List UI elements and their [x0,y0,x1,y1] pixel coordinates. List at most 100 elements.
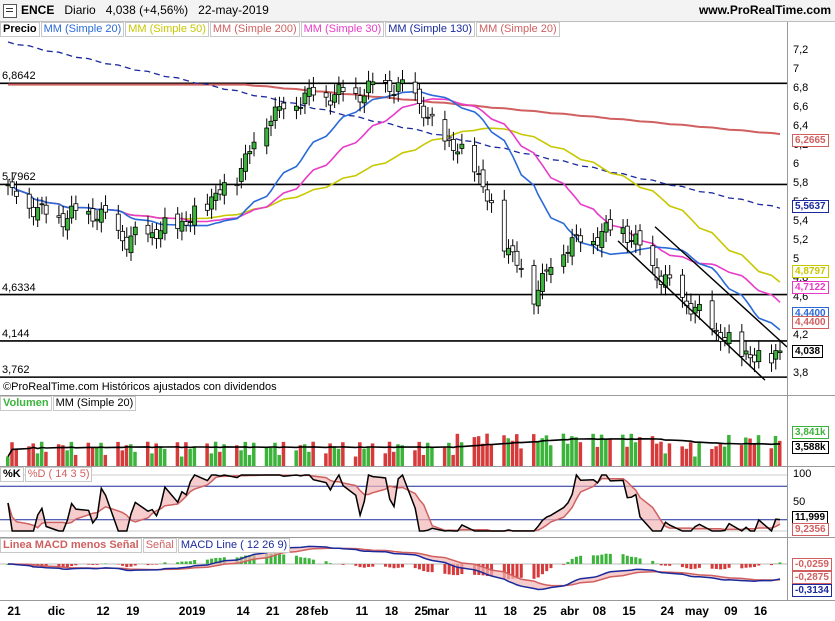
macd-hist-bar [278,553,281,564]
volume-bar [265,448,269,466]
legend-item[interactable]: Volumen [0,396,52,411]
legend-item[interactable]: Señal [143,538,177,553]
legend-item[interactable]: MM (Simple 20) [476,22,560,37]
macd-hist-bar [414,564,417,568]
x-tick-label: 28 [296,604,309,618]
volume-bar [417,442,421,466]
macd-hist-bar [371,564,374,567]
candle-body [87,211,91,214]
candle-body [396,83,400,92]
macd-hist-bar [185,561,188,564]
legend-item[interactable]: MM (Simple 20) [53,396,137,411]
candle-body [634,234,638,244]
volume-bar [485,434,489,466]
volume-bar [159,446,163,466]
legend-item[interactable]: MM (Simple 50) [125,22,209,37]
candle-body [324,93,328,97]
macd-hist-bar [723,564,726,569]
candle-body [282,103,286,109]
legend-item[interactable]: Linea MACD menos Señal [0,538,142,553]
legend-item[interactable]: MM (Simple 200) [210,22,300,37]
x-tick-label: 2019 [179,604,206,618]
candle-body [451,139,455,150]
price-tick: 5,4 [793,215,808,227]
time-axis: 21dic12192019142128feb111825mar111825abr… [0,600,835,621]
volume-bar [430,448,434,466]
candle-body [341,88,345,92]
macd-hist-bar [151,564,154,565]
legend-item[interactable]: %D ( 14 3 5) [25,467,93,482]
candle-body [748,355,752,358]
candle-body [574,235,578,236]
macd-hist-bar [363,564,366,568]
x-tick-label: dic [48,604,65,618]
x-tick-label: 19 [126,604,139,618]
x-tick-label: 11 [474,604,487,618]
macd-hist-bar [87,564,90,565]
volume-bar [104,455,108,466]
legend-item[interactable]: MACD Line ( 12 26 9) [178,538,290,553]
x-tick-label: 21 [7,604,20,618]
macd-hist-bar [753,564,756,567]
volume-bar [511,441,515,466]
macd-hist-bar [130,564,133,567]
price-tick: 3,8 [793,367,808,379]
candle-body [388,81,392,92]
candle-body [697,304,701,310]
macd-hist-bar [121,564,124,566]
macd-badge: -0,0259 [792,558,832,571]
volume-bar [150,453,154,466]
candle-body [511,246,515,252]
macd-hist-bar [282,555,285,564]
volume-bar [456,434,460,466]
volume-bar [689,442,693,466]
candle-body [121,231,125,240]
volume-bar [574,437,578,466]
x-tick-label: 25 [415,604,428,618]
volume-bar [70,442,74,466]
volume-bar [40,442,44,466]
candle-body [651,246,655,266]
volume-bar [239,450,243,466]
candle-body [61,214,65,227]
macd-hist-bar [70,564,73,566]
volume-bar [354,457,358,466]
macd-hist-bar [134,564,137,566]
price-badge: 5,5637 [792,200,829,213]
candle-body [400,80,404,84]
candle-body [214,193,218,200]
volume-bar [685,449,689,466]
candle-body [116,214,120,230]
legend-item[interactable]: Precio [0,22,40,37]
candle-body [311,87,315,95]
volume-bar [668,443,672,466]
candle-body [163,218,167,233]
legend-item[interactable]: %K [0,467,24,482]
macd-hist-bar [685,564,688,568]
candle-body [477,174,481,175]
candle-body [269,121,273,125]
legend-item[interactable]: MM (Simple 130) [385,22,475,37]
macd-hist-bar [571,559,574,564]
volume-bar [655,444,659,466]
candle-body [188,222,192,223]
volume-bar [235,445,239,466]
macd-axis: -0,0259-0,2875-0,3134 [787,538,835,600]
legend-item[interactable]: MM (Simple 20) [41,22,125,37]
volume-bar [269,448,273,466]
legend-item[interactable]: MM (Simple 30) [301,22,385,37]
volume-bar [451,455,455,466]
candle-body [307,88,311,96]
macd-hist-bar [634,557,637,564]
volume-bar [714,446,718,466]
price-badge: 6,2665 [792,134,829,147]
volume-bar [443,448,447,466]
macd-hist-bar [401,564,404,567]
x-tick-label: mar [427,604,449,618]
volume-bar [400,445,404,466]
volume-bar [337,449,341,466]
candle-body [146,225,150,234]
volume-bar [358,442,362,466]
x-tick-label: 18 [504,604,517,618]
candle-body [392,95,396,96]
